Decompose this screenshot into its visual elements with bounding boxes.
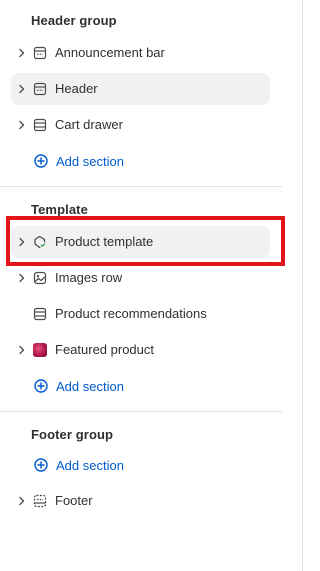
section-layout-icon bbox=[33, 307, 47, 321]
selection-highlight bbox=[6, 216, 285, 266]
section-item-label: Cart drawer bbox=[55, 117, 123, 132]
section-item-cart-drawer[interactable]: Cart drawer bbox=[11, 109, 270, 141]
add-section-label: Add section bbox=[56, 457, 124, 473]
section-layout-icon bbox=[33, 118, 47, 132]
chevron-right-icon[interactable] bbox=[17, 84, 27, 94]
add-section-button[interactable]: Add section bbox=[34, 376, 124, 396]
section-item-footer[interactable]: Footer bbox=[11, 485, 270, 517]
plus-circle-icon bbox=[34, 379, 48, 393]
group-divider bbox=[0, 186, 282, 187]
footer-group-title: Footer group bbox=[31, 427, 114, 442]
section-item-header[interactable]: Header bbox=[11, 73, 270, 105]
header-group-title: Header group bbox=[31, 13, 117, 28]
sections-sidebar: Header group Announcement bar Header Car… bbox=[0, 0, 303, 571]
group-divider bbox=[0, 411, 282, 412]
plus-circle-icon bbox=[34, 154, 48, 168]
section-item-label: Images row bbox=[55, 270, 123, 285]
section-item-images-row[interactable]: Images row bbox=[11, 262, 270, 294]
section-item-label: Header bbox=[55, 81, 98, 96]
section-header-icon bbox=[33, 46, 47, 60]
chevron-right-icon[interactable] bbox=[17, 345, 27, 355]
add-section-label: Add section bbox=[56, 153, 124, 169]
product-thumbnail bbox=[33, 343, 47, 357]
add-section-button[interactable]: Add section bbox=[34, 455, 124, 475]
section-item-featured-product[interactable]: Featured product bbox=[11, 334, 270, 366]
section-footer-icon bbox=[33, 494, 47, 508]
plus-circle-icon bbox=[34, 458, 48, 472]
chevron-right-icon[interactable] bbox=[17, 496, 27, 506]
section-item-announcement-bar[interactable]: Announcement bar bbox=[11, 37, 270, 69]
chevron-right-icon[interactable] bbox=[17, 120, 27, 130]
section-item-label: Product recommendations bbox=[55, 306, 207, 321]
section-item-label: Announcement bar bbox=[55, 45, 165, 60]
section-item-label: Footer bbox=[55, 493, 93, 508]
section-item-product-recommendations[interactable]: Product recommendations bbox=[11, 298, 270, 330]
template-group-title: Template bbox=[31, 202, 88, 217]
section-header-icon bbox=[33, 82, 47, 96]
image-icon bbox=[33, 271, 47, 285]
sidebar-border bbox=[302, 0, 303, 571]
chevron-right-icon[interactable] bbox=[17, 273, 27, 283]
add-section-button[interactable]: Add section bbox=[34, 151, 124, 171]
section-item-label: Featured product bbox=[55, 342, 155, 357]
add-section-label: Add section bbox=[56, 378, 124, 394]
chevron-right-icon[interactable] bbox=[17, 48, 27, 58]
